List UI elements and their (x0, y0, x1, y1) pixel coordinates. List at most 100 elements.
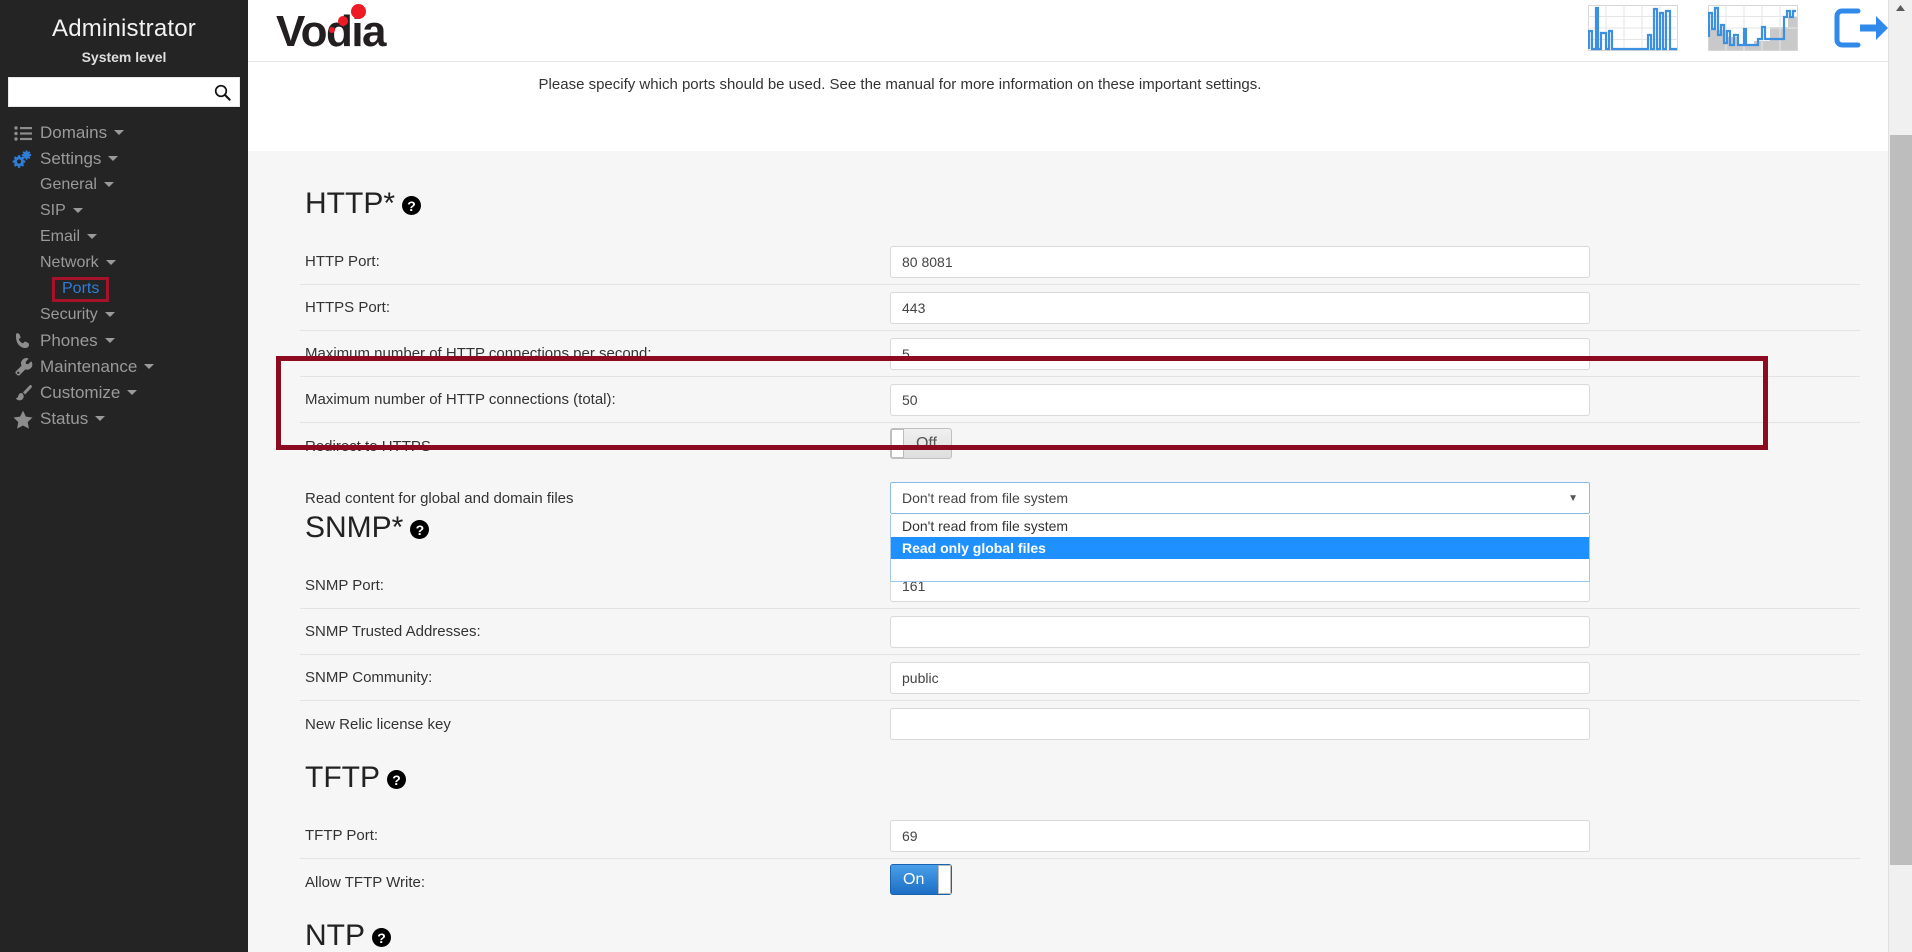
dropdown-option[interactable]: Don't read from file system (891, 515, 1589, 537)
tftp-port-input[interactable] (890, 820, 1590, 852)
sidebar-item-label: Status (40, 409, 88, 429)
help-icon[interactable]: ? (372, 928, 391, 947)
selected-option-label: Don't read from file system (902, 490, 1068, 506)
row-field (890, 246, 1590, 278)
sidebar-item-phones[interactable]: Phones (0, 328, 248, 354)
row-field (890, 338, 1590, 370)
row-field: Off (890, 428, 1590, 464)
row-label: Read content for global and domain files (300, 490, 890, 507)
admin-subtitle: System level (0, 49, 248, 65)
max-http-conn-per-sec-input[interactable] (890, 338, 1590, 370)
help-icon[interactable]: ? (387, 770, 406, 789)
new-relic-license-key-input[interactable] (890, 708, 1590, 740)
cpu-graph-icon[interactable] (1588, 5, 1678, 56)
top-bar: Vodia (248, 0, 1912, 62)
help-icon[interactable]: ? (410, 520, 429, 539)
search-input[interactable] (9, 79, 209, 105)
toggle-label: Off (916, 435, 937, 453)
section-heading-http: HTTP* ? (300, 187, 1860, 221)
phone-icon (6, 332, 40, 350)
toggle-label: On (903, 871, 924, 889)
toggle-knob (891, 429, 904, 458)
max-http-conn-total-input[interactable] (890, 384, 1590, 416)
allow-tftp-write-toggle[interactable]: On (890, 864, 952, 895)
content-top-spacer (248, 106, 1912, 151)
section-title: SNMP* (305, 511, 403, 545)
row-allow-tftp-write: Allow TFTP Write: On (300, 859, 1860, 905)
sidebar-item-label: Customize (40, 383, 120, 403)
chevron-down-icon (144, 364, 154, 369)
search-icon[interactable] (209, 79, 235, 105)
paintbrush-icon (6, 384, 40, 403)
row-snmp-community: SNMP Community: (300, 655, 1860, 701)
row-field (890, 708, 1590, 740)
row-max-http-connections-per-second: Maximum number of HTTP connections per s… (300, 331, 1860, 377)
row-field (890, 820, 1590, 852)
row-tftp-port: TFTP Port: (300, 813, 1860, 859)
sidebar-item-network[interactable]: Network (0, 250, 248, 276)
chevron-down-icon (73, 208, 83, 213)
sidebar-item-domains[interactable]: Domains (0, 120, 248, 146)
read-content-select[interactable]: Don't read from file system ▼ (890, 482, 1590, 514)
row-label: Allow TFTP Write: (300, 874, 890, 891)
sidebar-item-email[interactable]: Email (0, 224, 248, 250)
sidebar-item-settings[interactable]: Settings (0, 146, 248, 172)
http-port-input[interactable] (890, 246, 1590, 278)
page-description-bar: Please specify which ports should be use… (248, 62, 1912, 106)
row-new-relic-license-key: New Relic license key (300, 701, 1860, 747)
chevron-down-icon (105, 338, 115, 343)
sidebar-search[interactable] (8, 77, 240, 107)
sidebar-item-label: Email (40, 228, 80, 246)
redirect-to-https-toggle[interactable]: Off (890, 428, 952, 459)
row-label: SNMP Trusted Addresses: (300, 623, 890, 640)
row-redirect-to-https: Redirect to HTTPS Off (300, 423, 1860, 469)
dropdown-option-selected[interactable]: Read only global files (891, 537, 1589, 559)
chevron-down-icon (104, 182, 114, 187)
vertical-scrollbar[interactable] (1888, 0, 1912, 952)
row-field: On (890, 864, 1590, 900)
section-heading-ntp: NTP ? (300, 919, 1860, 952)
row-http-port: HTTP Port: (300, 239, 1860, 285)
row-label: Maximum number of HTTP connections (tota… (300, 391, 890, 408)
row-label: HTTP Port: (300, 253, 890, 270)
gears-icon (6, 150, 40, 169)
section-title: NTP (305, 919, 365, 952)
row-snmp-trusted-addresses: SNMP Trusted Addresses: (300, 609, 1860, 655)
memory-graph-icon[interactable] (1708, 5, 1798, 56)
row-field (890, 616, 1590, 648)
wrench-icon (6, 358, 40, 377)
row-field (890, 384, 1590, 416)
dropdown-option-partial[interactable] (891, 559, 1589, 581)
snmp-community-input[interactable] (890, 662, 1590, 694)
row-label: New Relic license key (300, 716, 890, 733)
sidebar-item-customize[interactable]: Customize (0, 380, 248, 406)
scroll-up-arrow-icon[interactable] (1889, 0, 1912, 16)
scrollbar-thumb[interactable] (1890, 135, 1912, 865)
toggle-knob (938, 865, 951, 894)
chevron-down-icon (106, 260, 116, 265)
sidebar-item-label: General (40, 176, 97, 194)
sidebar-item-status[interactable]: Status (0, 406, 248, 432)
help-icon[interactable]: ? (402, 196, 421, 215)
main-area: Vodia (248, 0, 1912, 952)
sidebar-nav: Domains Settings (0, 120, 248, 432)
sidebar-item-security[interactable]: Security (0, 302, 248, 328)
row-label: Maximum number of HTTP connections per s… (300, 345, 890, 362)
sidebar-item-ports[interactable]: Ports (0, 276, 248, 302)
top-icon-group (1588, 5, 1890, 56)
sidebar-item-sip[interactable]: SIP (0, 198, 248, 224)
https-port-input[interactable] (890, 292, 1590, 324)
sidebar-item-label: Ports (62, 280, 99, 297)
logo-dot-small (329, 27, 335, 33)
chevron-down-icon (127, 390, 137, 395)
snmp-trusted-addresses-input[interactable] (890, 616, 1590, 648)
sidebar-item-label: Settings (40, 149, 101, 169)
logout-icon[interactable] (1834, 6, 1890, 55)
sidebar-item-maintenance[interactable]: Maintenance (0, 354, 248, 380)
sidebar-item-label: Domains (40, 123, 107, 143)
row-field: Don't read from file system ▼ Don't read… (890, 482, 1590, 514)
sidebar-item-general[interactable]: General (0, 172, 248, 198)
sidebar: Administrator System level Domains (0, 0, 248, 952)
vodia-logo[interactable]: Vodia (276, 8, 385, 54)
page-description: Please specify which ports should be use… (539, 76, 1262, 93)
